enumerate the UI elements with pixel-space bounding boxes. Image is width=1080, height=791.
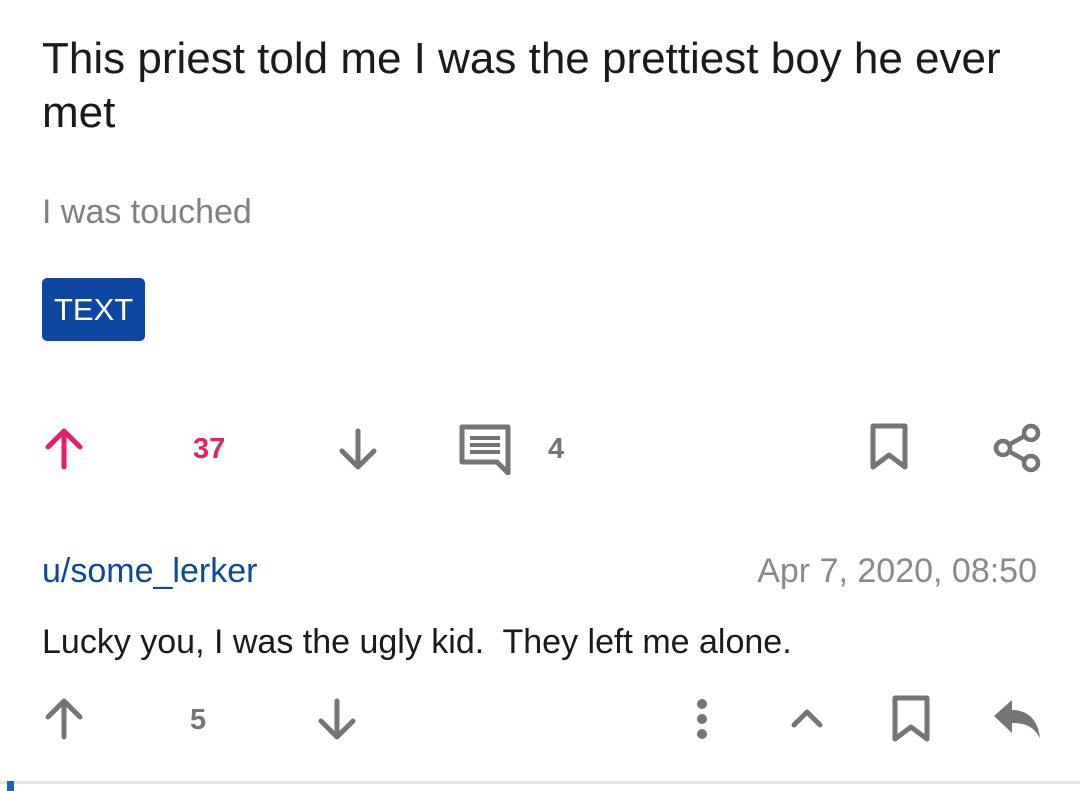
comment-icon[interactable] [456, 421, 516, 475]
comment-score: 5 [190, 704, 207, 736]
reply-icon[interactable] [990, 696, 1044, 742]
collapse-chevron-up-icon[interactable] [788, 704, 826, 732]
comment-count: 4 [548, 433, 565, 465]
comment-timestamp: Apr 7, 2020, 08:50 [757, 552, 1037, 590]
downvote-arrow-down-icon[interactable] [334, 425, 382, 473]
post-title: This priest told me I was the prettiest … [42, 34, 1001, 137]
comment-upvote-arrow-up-icon[interactable] [40, 695, 88, 743]
comment-text: Lucky you, I was the ugly kid. They left… [42, 623, 792, 661]
share-icon[interactable] [990, 421, 1044, 475]
divider [0, 781, 1080, 784]
comment-save-bookmark-icon[interactable] [889, 693, 933, 745]
post-flair-badge: TEXT [42, 278, 146, 341]
post-body: I was touched [42, 193, 252, 231]
more-vertical-icon[interactable] [690, 695, 714, 743]
post-score: 37 [193, 433, 226, 465]
upvote-arrow-up-icon[interactable] [40, 425, 88, 473]
comment-downvote-arrow-down-icon[interactable] [313, 695, 361, 743]
save-bookmark-icon[interactable] [867, 421, 911, 473]
scroll-indicator [7, 781, 14, 791]
comment-author-link[interactable]: u/some_lerker [42, 551, 257, 591]
